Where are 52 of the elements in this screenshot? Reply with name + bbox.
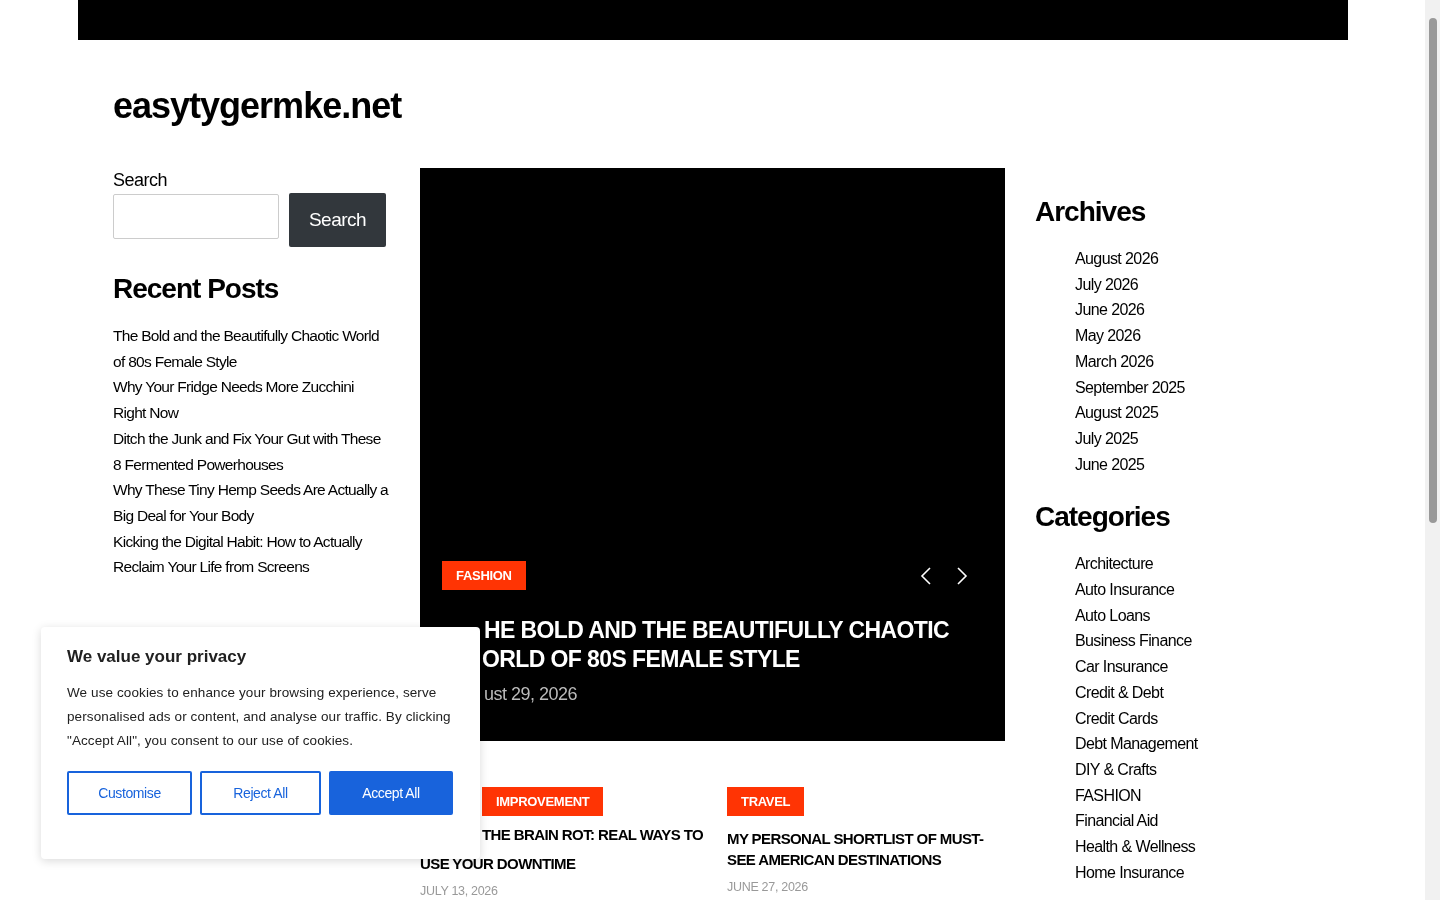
archive-link[interactable]: September 2025 [1075,374,1335,401]
post-title[interactable]: USE YOUR DOWNTIME [420,853,576,874]
recent-post-link[interactable]: Why These Tiny Hemp Seeds Are Actually a Big Deal for Your Body [113,477,390,529]
archive-link[interactable]: July 2025 [1075,425,1335,452]
hero-title[interactable]: ORLD OF 80S FEMALE STYLE [482,645,983,674]
cookie-button[interactable]: Customise [67,771,192,815]
widget-title: Categories [1035,500,1171,535]
scrollbar[interactable] [1425,0,1440,900]
archive-link[interactable]: July 2026 [1075,271,1335,298]
category-link[interactable]: Credit & Debt [1075,679,1335,706]
category-link[interactable]: Car Insurance [1075,654,1335,680]
category-badge[interactable]: IMPROVEMENT [482,787,604,816]
archive-link[interactable]: August 2026 [1075,246,1335,272]
post-date: JULY 13, 2026 [420,884,499,898]
widget-title: Recent Posts [113,272,280,306]
archive-link[interactable]: May 2026 [1075,323,1335,349]
search-label: Search [113,170,169,191]
category-link[interactable]: DIY & Crafts [1075,756,1335,783]
post-title[interactable]: SEE AMERICAN DESTINATIONS [727,849,942,870]
cookie-title: We value your privacy [67,647,248,667]
hero-title[interactable]: HE BOLD AND THE BEAUTIFULLY CHAOTIC [484,616,983,645]
category-link[interactable]: Debt Management [1075,731,1335,757]
category-badge[interactable]: FASHION [442,561,526,590]
recent-post-link[interactable]: The Bold and the Beautifully Chaotic World of 80s Female Style [113,323,390,375]
recent-post-link[interactable]: Kicking the Digital Habit: How to Actually Reclaim Your Life from Screens [113,528,390,581]
category-link[interactable]: Health & Wellness [1075,834,1335,860]
post-title[interactable]: MY PERSONAL SHORTLIST OF MUST- [727,828,984,849]
archive-link[interactable]: August 2025 [1075,400,1335,426]
recent-post-link[interactable]: Ditch the Junk and Fix Your Gut with These 8 Fermented Powerhouses [113,425,390,478]
cookie-text: We use cookies to enhance your browsing experience, serve personalised ads or content, and analyse our traffic. By clicking "Accept All", you consent to our use of cookies. [67,684,452,750]
post-title[interactable]: THE BRAIN ROT: REAL WAYS TO [482,824,704,845]
category-link[interactable]: Auto Loans [1075,602,1335,629]
archive-link[interactable]: June 2025 [1075,451,1335,478]
site-title[interactable]: easytygermke.net [113,84,1348,128]
category-link[interactable]: Business Finance [1075,628,1335,655]
widget-title: Archives [1035,195,1147,229]
category-link[interactable]: Architecture [1075,551,1335,578]
category-badge[interactable]: TRAVEL [727,787,805,816]
archive-link[interactable]: June 2026 [1075,297,1335,324]
recent-post-link[interactable]: Why Your Fridge Needs More Zucchini Right Now [113,374,390,426]
category-link[interactable]: Credit Cards [1075,705,1335,732]
hero-date: ust 29, 2026 [484,684,579,705]
search-button[interactable]: Search [289,193,386,247]
category-link[interactable]: Financial Aid [1075,808,1335,835]
category-link[interactable]: FASHION [1075,782,1335,809]
search-field[interactable] [113,194,279,239]
cookie-button[interactable]: Accept All [329,771,453,815]
category-link[interactable]: Auto Insurance [1075,577,1335,603]
cookie-button[interactable]: Reject All [200,771,321,815]
post-date: JUNE 27, 2026 [727,880,809,894]
archive-link[interactable]: March 2026 [1075,348,1335,375]
category-link[interactable]: Home Insurance [1075,859,1335,886]
